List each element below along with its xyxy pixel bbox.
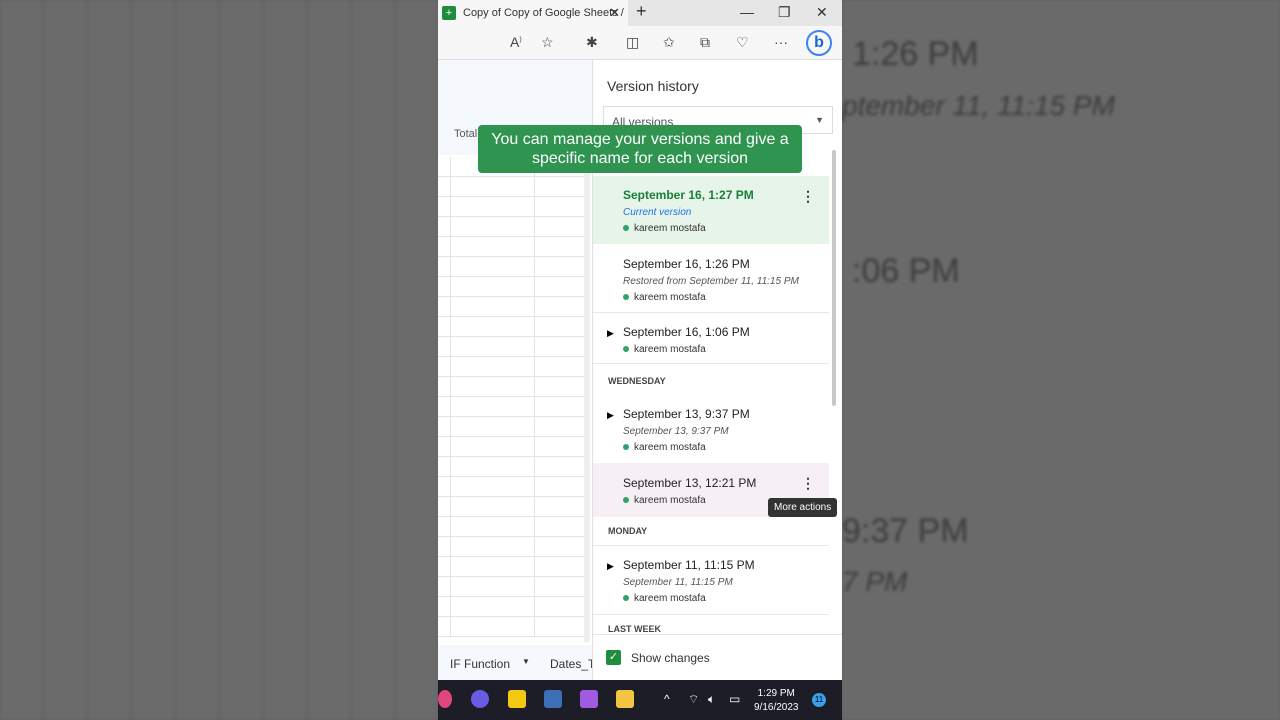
cell-grid[interactable] [438,157,584,637]
favorite-star-icon[interactable]: ☆ [541,34,554,51]
battery-icon[interactable]: ▭ [729,692,740,706]
collections-icon[interactable]: ⧉ [700,34,710,51]
ghost-text: ptember 11, 11:15 PM [842,90,1115,121]
show-changes-label: Show changes [631,650,710,665]
ghost-text: :06 PM [852,252,960,290]
divider [593,363,829,364]
more-actions-icon[interactable]: ⋮ [801,188,815,205]
slack-icon[interactable] [438,690,452,708]
version-item[interactable]: ▶ September 13, 9:37 PM September 13, 9:… [593,407,829,453]
blurred-background-left [0,0,438,720]
bing-copilot-icon[interactable]: b [806,30,832,56]
favorites-icon[interactable]: ✩ [663,34,675,51]
new-tab-button[interactable]: + [636,1,647,22]
version-author: kareem mostafa [623,344,829,355]
browser-window: + Copy of Copy of Google Sheets / ✕ + — … [438,0,842,720]
version-author: kareem mostafa [623,442,829,453]
version-time: September 13, 12:21 PM [623,476,757,490]
google-sheets-icon: + [442,6,456,20]
sheet-tab[interactable]: Dates_T [550,657,595,671]
windows-taskbar: ^ ⌔ 🔈︎ ▭ 1:29 PM 9/16/2023 11 [438,680,842,720]
expand-arrow-icon[interactable]: ▶ [607,410,614,421]
section-label: LAST WEEK [608,624,661,634]
version-item-current[interactable]: September 16, 1:27 PM Current version ka… [593,176,829,244]
wifi-icon[interactable]: ⌔ [688,692,699,707]
column-header: Total [454,128,478,140]
close-tab-icon[interactable]: ✕ [609,5,620,21]
version-subtitle: September 13, 9:37 PM [623,426,729,437]
version-author: kareem mostafa [623,292,829,303]
divider [593,312,829,313]
divider [593,614,829,615]
version-time: September 13, 9:37 PM [623,407,750,421]
expand-arrow-icon[interactable]: ▶ [607,561,614,572]
divider [593,545,829,546]
system-clock[interactable]: 1:29 PM 9/16/2023 [754,687,799,715]
version-subtitle: Restored from September 11, 11:15 PM [623,276,799,287]
version-time: September 16, 1:27 PM [623,188,754,202]
version-item[interactable]: ▶ September 16, 1:06 PM kareem mostafa [593,325,829,355]
file-explorer-icon[interactable] [616,690,634,708]
minimize-button[interactable]: — [740,4,754,20]
ghost-text: 9:37 PM [842,512,969,550]
section-label: MONDAY [608,526,648,536]
sheet-scrollbar[interactable] [584,172,590,642]
close-window-button[interactable]: ✕ [816,4,828,21]
copilot-icon[interactable] [471,690,489,708]
version-item[interactable]: ▶ September 11, 11:15 PM September 11, 1… [593,558,829,604]
volume-icon[interactable]: 🔈︎ [708,692,715,707]
extensions-icon[interactable]: ✱ [586,34,598,51]
panel-scrollbar[interactable] [832,150,836,406]
version-subtitle: September 11, 11:15 PM [623,577,733,588]
tab-title: Copy of Copy of Google Sheets / [463,7,624,19]
browser-tab[interactable]: + Copy of Copy of Google Sheets / ✕ [438,0,628,26]
version-time: September 16, 1:26 PM [623,257,750,271]
chevron-up-icon[interactable]: ^ [664,692,670,706]
more-actions-icon[interactable]: ⋮ [801,475,815,492]
checkbox-checked-icon[interactable]: ✓ [606,650,621,665]
ghost-text: 7 PM [842,566,908,597]
notification-badge[interactable]: 11 [812,693,826,707]
clock-date: 9/16/2023 [754,702,799,713]
remote-desktop-icon[interactable] [544,690,562,708]
clipchamp-icon[interactable] [580,690,598,708]
version-author: kareem mostafa [623,223,829,234]
sheet-tab[interactable]: IF Function [450,657,510,671]
version-subtitle: Current version [623,207,692,218]
restore-button[interactable]: ❐ [778,4,791,21]
dropdown-arrow-icon: ▼ [815,115,824,125]
split-screen-icon[interactable]: ◫ [626,34,639,51]
title-bar: + Copy of Copy of Google Sheets / ✕ + — … [438,0,842,26]
clock-time: 1:29 PM [757,688,795,699]
more-icon[interactable]: ··· [774,34,788,50]
blurred-background-right: 1:26 PM ptember 11, 11:15 PM :06 PM 9:37… [842,0,1280,720]
expand-arrow-icon[interactable]: ▶ [607,328,614,339]
power-bi-icon[interactable] [508,690,526,708]
video-caption: You can manage your versions and give a … [478,125,802,173]
panel-title: Version history [607,78,699,94]
tooltip: More actions [768,498,838,517]
chevron-down-icon[interactable]: ▼ [522,657,530,666]
version-time: September 11, 11:15 PM [623,558,755,572]
section-label: WEDNESDAY [608,376,666,386]
version-author: kareem mostafa [623,593,829,604]
sheet-tabs: IF Function ▼ Dates_T [438,645,595,680]
version-time: September 16, 1:06 PM [623,325,750,339]
ghost-text: 1:26 PM [852,35,979,73]
read-aloud-icon[interactable]: A) [510,34,522,50]
version-item[interactable]: September 16, 1:26 PM Restored from Sept… [593,257,829,303]
browser-essentials-icon[interactable]: ♡ [736,34,749,51]
show-changes-toggle[interactable]: ✓ Show changes [593,634,842,680]
browser-toolbar: A) ☆ ✱ ◫ ✩ ⧉ ♡ ··· b [438,26,842,60]
